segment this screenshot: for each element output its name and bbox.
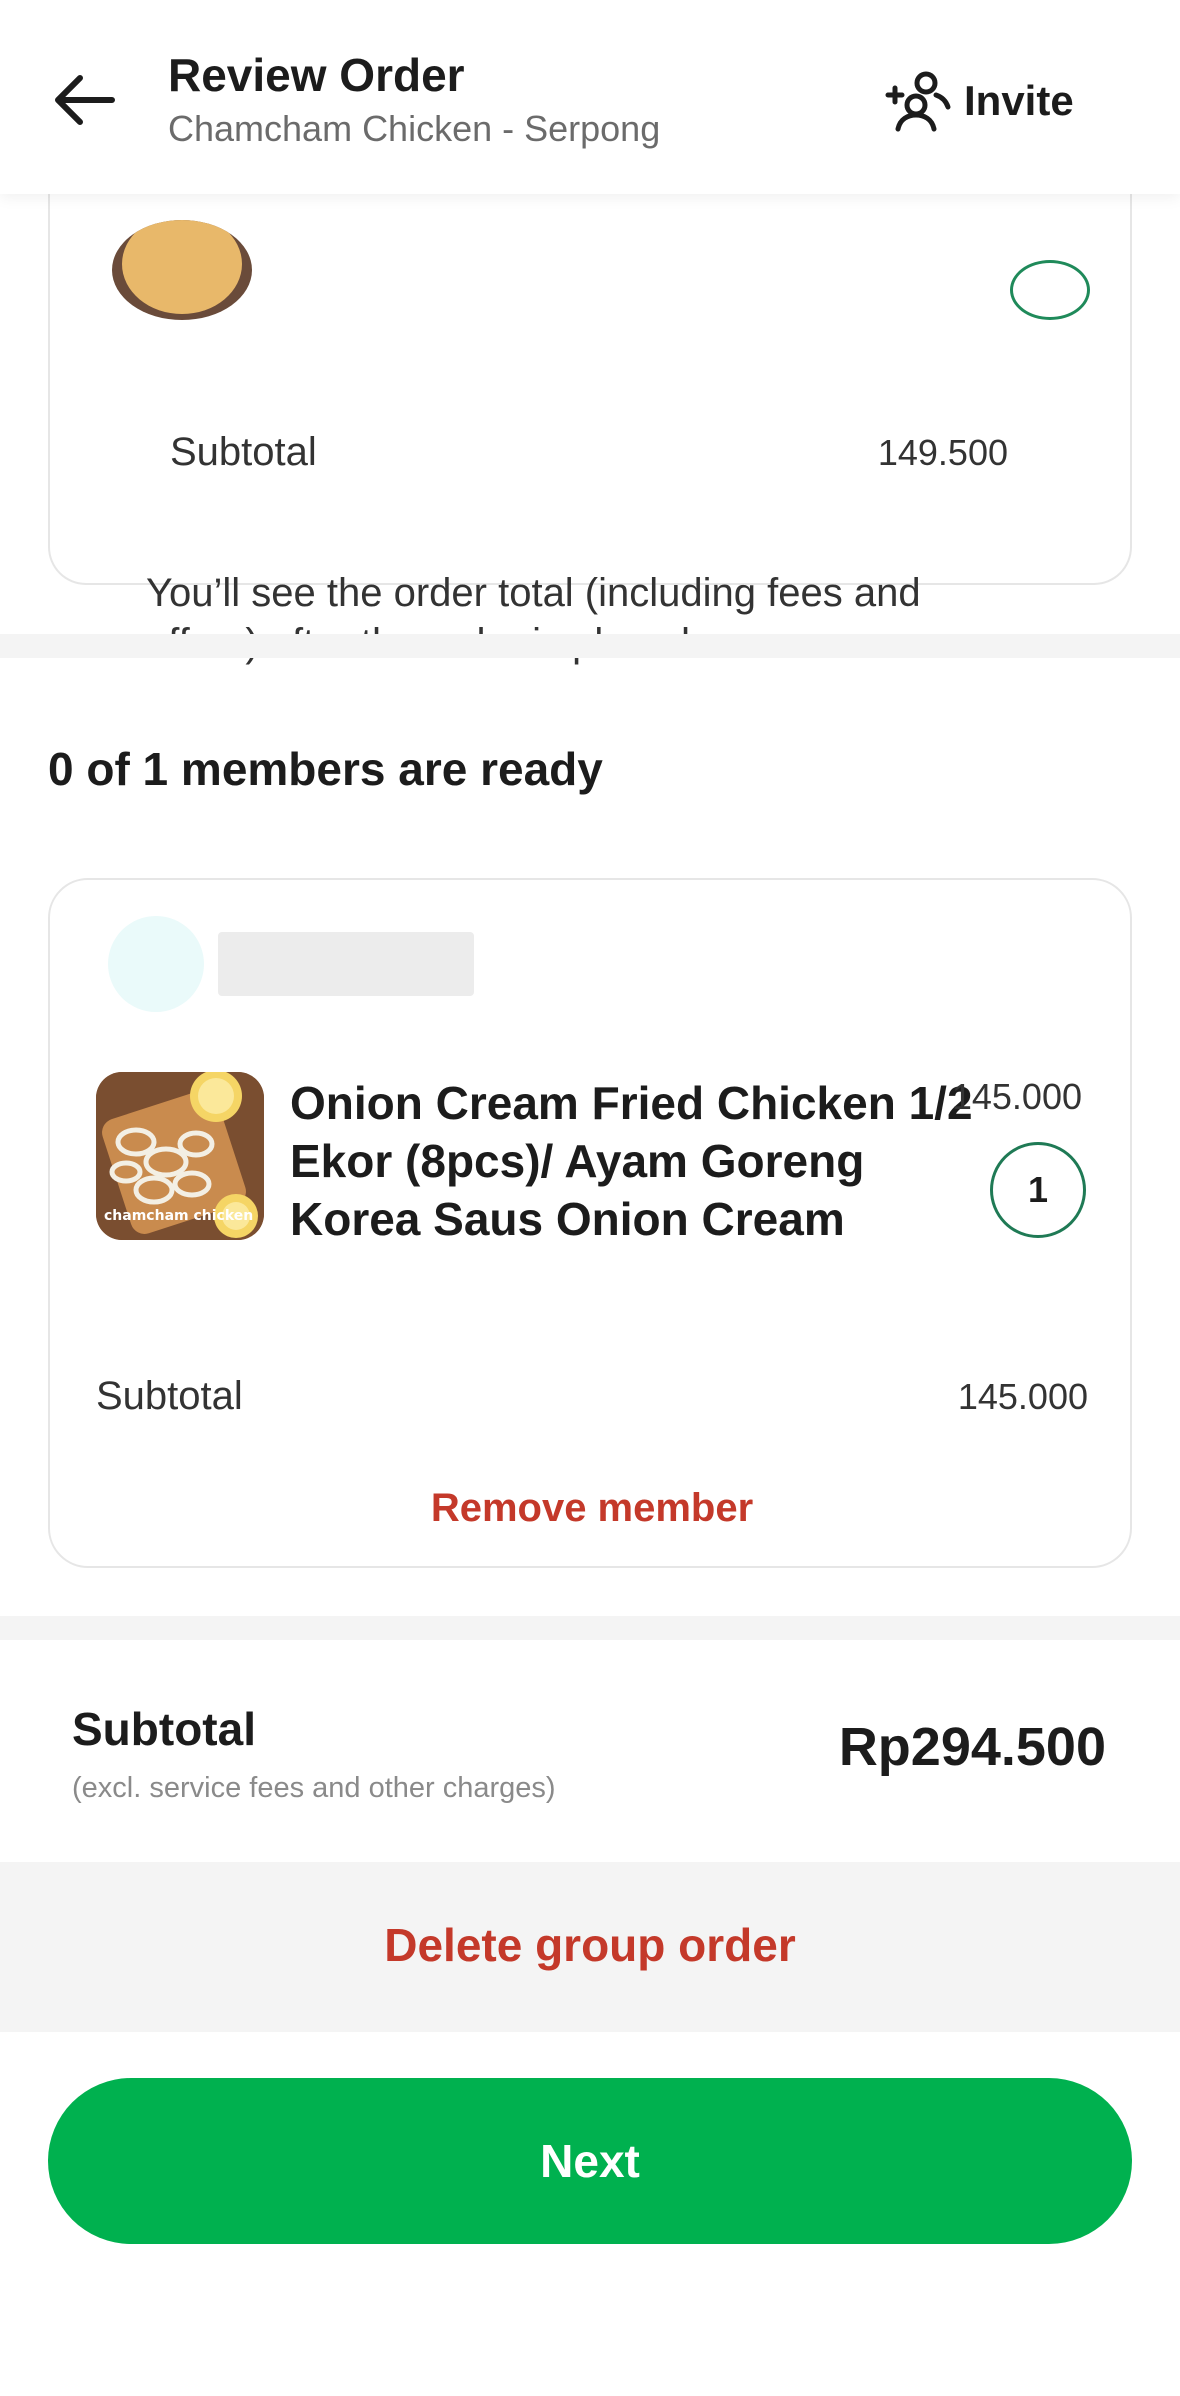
restaurant-name: Chamcham Chicken - Serpong xyxy=(168,108,661,149)
next-button[interactable]: Next xyxy=(48,2078,1132,2244)
section-divider xyxy=(0,1616,1180,1640)
member-card: chamcham chicken Onion Cream Fried Chick… xyxy=(48,878,1132,1568)
member-subtotal-label: Subtotal xyxy=(96,1374,243,1418)
card-subtotal-label: Subtotal xyxy=(170,430,317,474)
order-subtotal-value: Rp294.500 xyxy=(838,1717,1106,1777)
invite-label: Invite xyxy=(964,77,1074,124)
member-avatar xyxy=(108,916,204,1012)
remove-member-button[interactable]: Remove member xyxy=(50,1486,1134,1531)
member-name-redacted xyxy=(218,932,474,996)
delete-group-order-button[interactable]: Delete group order xyxy=(0,1918,1180,1972)
order-subtotal-note: (excl. service fees and other charges) xyxy=(72,1772,556,1804)
app-header: Review Order Chamcham Chicken - Serpong … xyxy=(0,0,1180,194)
member-subtotal-value: 145.000 xyxy=(957,1376,1088,1417)
back-button[interactable] xyxy=(46,62,122,138)
card-subtotal-value: 149.500 xyxy=(877,432,1008,473)
invite-button[interactable]: Invite xyxy=(884,66,1074,136)
item-title: Onion Cream Fried Chicken 1/2 Ekor (8pcs… xyxy=(290,1077,973,1245)
order-subtotal-label: Subtotal xyxy=(72,1703,256,1755)
image-caption: chamcham chicken xyxy=(104,1208,253,1224)
add-people-icon xyxy=(885,71,951,132)
page-title: Review Order xyxy=(168,49,465,101)
food-image: chamcham chicken xyxy=(96,1072,264,1240)
section-divider xyxy=(0,634,1180,658)
quantity-badge-peek xyxy=(1010,260,1090,320)
item-price: 145.000 xyxy=(951,1076,1082,1117)
food-thumbnail-peek xyxy=(112,220,252,320)
quantity-badge[interactable]: 1 xyxy=(990,1142,1086,1238)
arrow-left-icon xyxy=(55,75,115,125)
members-ready-heading: 0 of 1 members are ready xyxy=(48,743,603,795)
